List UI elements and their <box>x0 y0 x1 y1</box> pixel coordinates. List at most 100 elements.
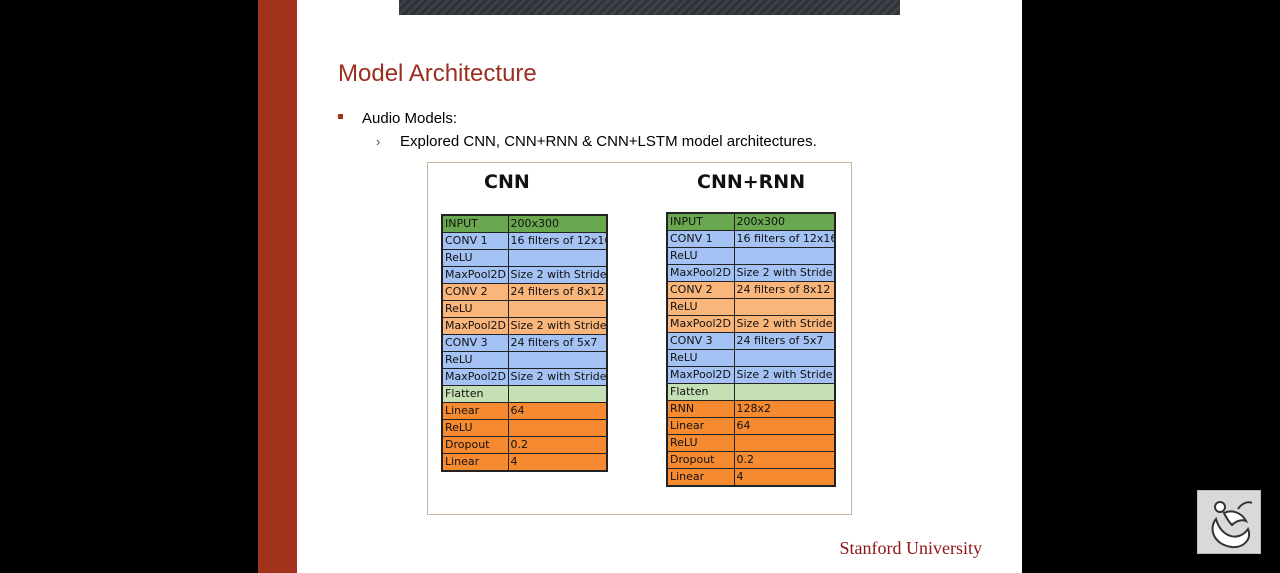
layer-name: MaxPool2D <box>666 366 735 384</box>
cnn-layer-row: CONV 3 24 filters of 5x7 <box>441 334 608 352</box>
bullet-level-2-text: Explored CNN, CNN+RNN & CNN+LSTM model a… <box>400 133 817 150</box>
layer-name: MaxPool2D <box>441 368 509 386</box>
cnn-layer-row: INPUT 200x300 <box>441 214 608 233</box>
cnn-layer-row: ReLU <box>441 419 608 437</box>
layer-param: 24 filters of 8x12 <box>733 281 836 299</box>
layer-name: MaxPool2D <box>441 317 509 335</box>
layer-param: Size 2 with Stride 2 <box>507 317 608 335</box>
top-image-strip <box>399 0 900 15</box>
layer-name: CONV 1 <box>666 230 735 248</box>
cnn-rnn-layer-row: CONV 2 24 filters of 8x12 <box>666 281 836 299</box>
layer-name: MaxPool2D <box>441 266 509 284</box>
bullet-level-2: › Explored CNN, CNN+RNN & CNN+LSTM model … <box>376 133 817 150</box>
layer-param <box>733 298 836 316</box>
layer-param <box>733 247 836 265</box>
cnn-rnn-layer-row: CONV 3 24 filters of 5x7 <box>666 332 836 350</box>
cnn-rnn-layer-row: Flatten <box>666 383 836 401</box>
cnn-rnn-layer-row: Linear 64 <box>666 417 836 435</box>
layer-param: Size 2 with Stride 2 <box>507 368 608 386</box>
presentation-slide: Model Architecture Audio Models: › Explor… <box>258 0 1022 573</box>
layer-name: ReLU <box>441 419 509 437</box>
layer-param: Size 2 with Stride 2 <box>733 264 836 282</box>
cnn-rnn-layer-row: MaxPool2D Size 2 with Stride 2 <box>666 315 836 333</box>
layer-param: 0.2 <box>733 451 836 469</box>
layer-param: 24 filters of 5x7 <box>507 334 608 352</box>
layer-param: Size 2 with Stride 2 <box>733 366 836 384</box>
cnn-layer-row: Flatten <box>441 385 608 403</box>
layer-name: ReLU <box>666 247 735 265</box>
layer-name: CONV 3 <box>666 332 735 350</box>
slide-accent-bar <box>258 0 297 573</box>
layer-param: 24 filters of 5x7 <box>733 332 836 350</box>
cnn-layer-row: MaxPool2D Size 2 with Stride 2 <box>441 368 608 386</box>
layer-name: ReLU <box>441 351 509 369</box>
layer-param: Size 2 with Stride 2 <box>507 266 608 284</box>
layer-param: 200x300 <box>507 214 608 233</box>
layer-name: ReLU <box>666 298 735 316</box>
cnn-rnn-layer-row: ReLU <box>666 247 836 265</box>
cnn-rnn-layer-row: INPUT 200x300 <box>666 212 836 231</box>
layer-param: 4 <box>507 453 608 472</box>
layer-name: ReLU <box>666 349 735 367</box>
cnn-title: CNN <box>484 171 530 193</box>
cnn-rnn-layer-row: Linear 4 <box>666 468 836 487</box>
layer-name: CONV 2 <box>666 281 735 299</box>
cnn-rnn-layer-row: ReLU <box>666 349 836 367</box>
layer-name: ReLU <box>441 249 509 267</box>
layer-name: CONV 1 <box>441 232 509 250</box>
layer-param <box>507 249 608 267</box>
layer-param: 16 filters of 12x16 <box>733 230 836 248</box>
layer-param <box>507 300 608 318</box>
layer-name: INPUT <box>666 212 735 231</box>
layer-name: ReLU <box>666 434 735 452</box>
layer-name: Flatten <box>441 385 509 403</box>
layer-name: Linear <box>666 417 735 435</box>
cnn-layer-row: CONV 2 24 filters of 8x12 <box>441 283 608 301</box>
cnn-rnn-layer-row: RNN 128x2 <box>666 400 836 418</box>
layer-name: CONV 2 <box>441 283 509 301</box>
cnn-rnn-layer-row: MaxPool2D Size 2 with Stride 2 <box>666 366 836 384</box>
slide-title: Model Architecture <box>338 60 537 87</box>
layer-param: 24 filters of 8x12 <box>507 283 608 301</box>
layer-param: 16 filters of 12x16 <box>507 232 608 250</box>
layer-param: 128x2 <box>733 400 836 418</box>
layer-name: ReLU <box>441 300 509 318</box>
layer-param <box>733 434 836 452</box>
cnn-rnn-layer-row: Dropout 0.2 <box>666 451 836 469</box>
layer-name: CONV 3 <box>441 334 509 352</box>
cnn-layer-row: ReLU <box>441 300 608 318</box>
cnn-layer-row: Dropout 0.2 <box>441 436 608 454</box>
layer-param <box>733 349 836 367</box>
layer-param: 0.2 <box>507 436 608 454</box>
cnn-layer-row: MaxPool2D Size 2 with Stride 2 <box>441 317 608 335</box>
cnn-rnn-title: CNN+RNN <box>697 171 806 193</box>
square-bullet-icon <box>338 113 343 119</box>
layer-param: 200x300 <box>733 212 836 231</box>
layer-name: INPUT <box>441 214 509 233</box>
layer-param: Size 2 with Stride 2 <box>733 315 836 333</box>
cnn-rnn-layer-row: ReLU <box>666 298 836 316</box>
cnn-rnn-layer-row: MaxPool2D Size 2 with Stride 2 <box>666 264 836 282</box>
layer-name: Flatten <box>666 383 735 401</box>
architecture-figure: CNN CNN+RNN INPUT 200x300 CONV 1 16 filters… <box>427 162 852 515</box>
cnn-layer-row: CONV 1 16 filters of 12x16 <box>441 232 608 250</box>
layer-param: 64 <box>507 402 608 420</box>
layer-name: Dropout <box>666 451 735 469</box>
chevron-right-icon: › <box>376 134 381 149</box>
cnn-layer-row: ReLU <box>441 351 608 369</box>
cnn-rnn-layer-table: INPUT 200x300 CONV 1 16 filters of 12x16 ReL… <box>666 212 836 487</box>
cnn-rnn-layer-row: ReLU <box>666 434 836 452</box>
layer-name: Linear <box>666 468 735 487</box>
layer-param <box>507 351 608 369</box>
layer-name: MaxPool2D <box>666 264 735 282</box>
layer-param: 64 <box>733 417 836 435</box>
layer-name: Linear <box>441 453 509 472</box>
layer-param: 4 <box>733 468 836 487</box>
cnn-layer-row: Linear 64 <box>441 402 608 420</box>
cnn-layer-row: MaxPool2D Size 2 with Stride 2 <box>441 266 608 284</box>
bullet-level-1: Audio Models: <box>338 110 457 127</box>
layer-param <box>507 419 608 437</box>
cnn-layer-row: Linear 4 <box>441 453 608 472</box>
layer-name: RNN <box>666 400 735 418</box>
stanford-university-logo: Stanford University <box>839 538 982 558</box>
